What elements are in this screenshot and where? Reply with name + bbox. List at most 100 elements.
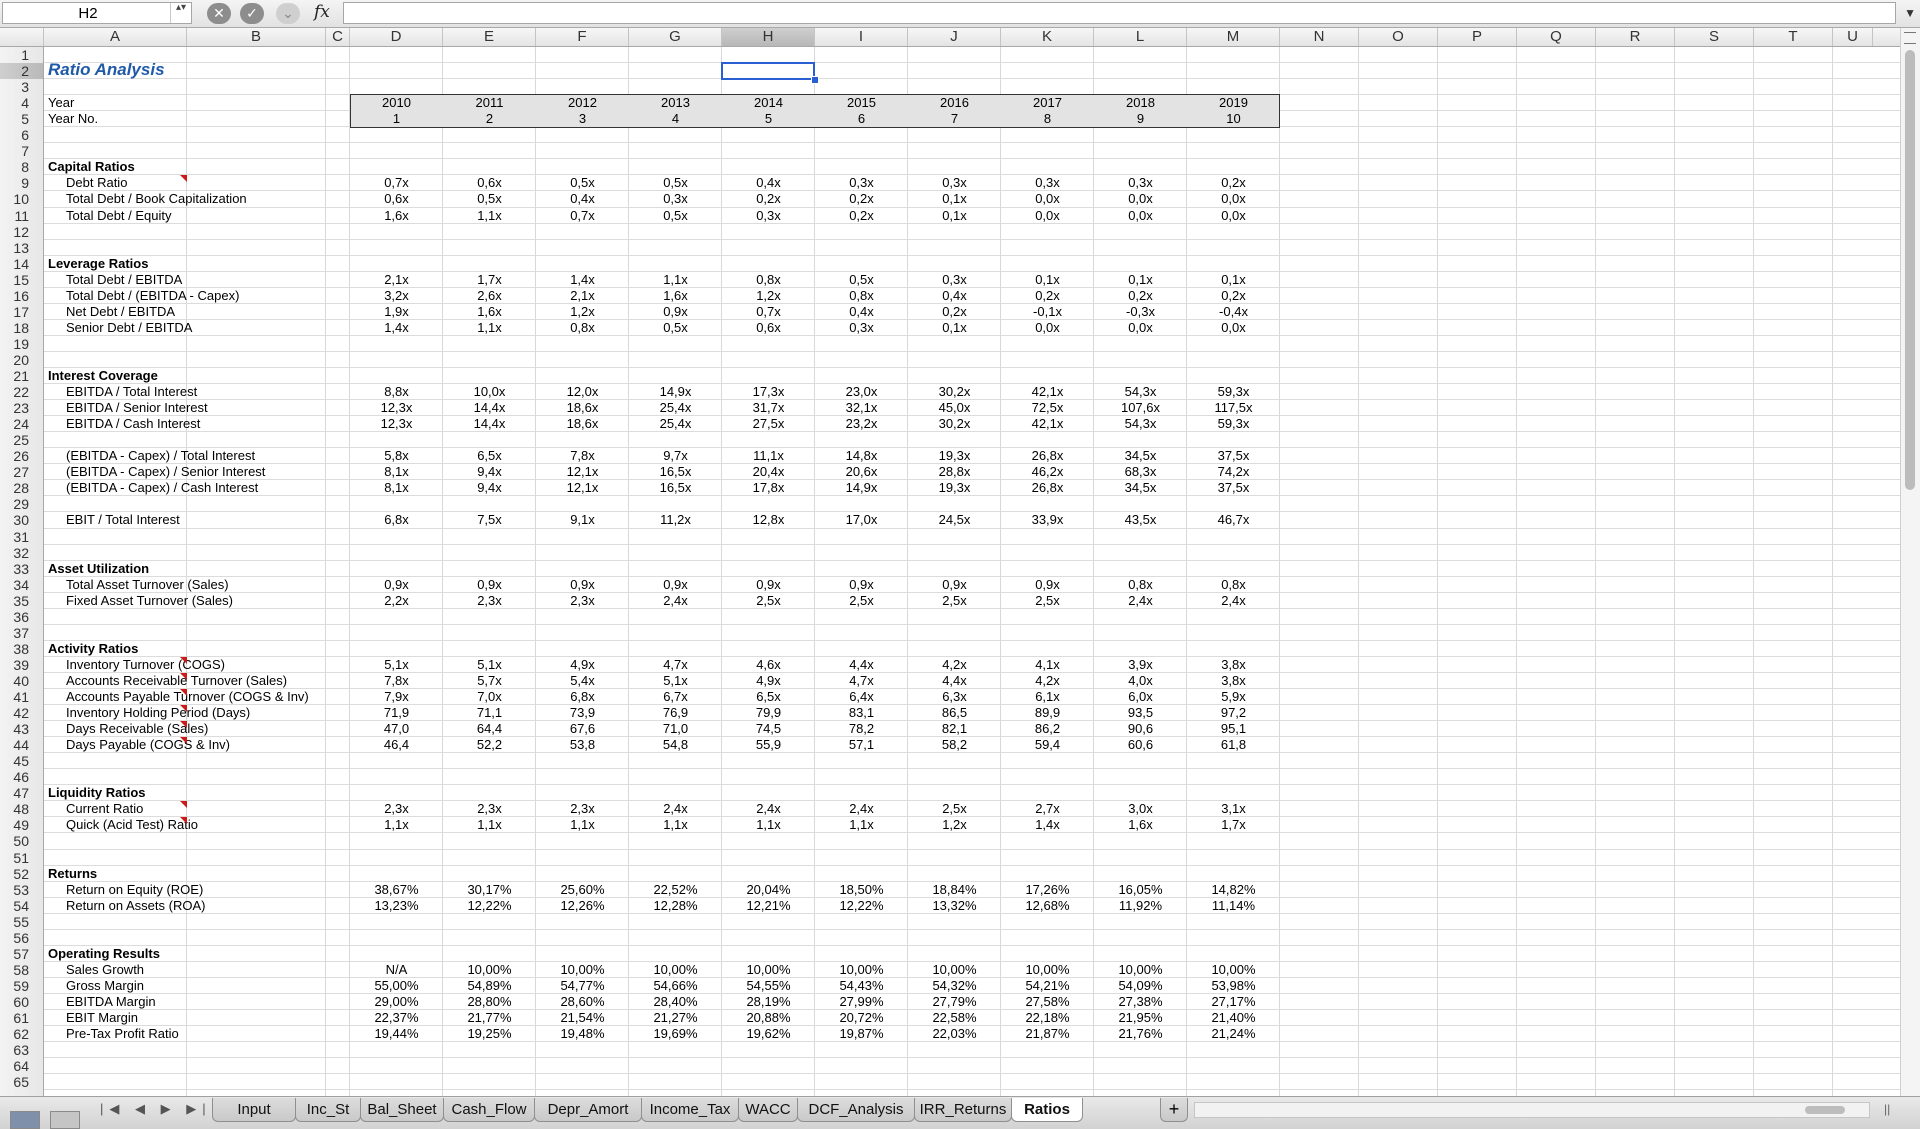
value-cell[interactable]: 74,2x (1187, 464, 1280, 480)
value-cell[interactable]: -0,4x (1187, 304, 1280, 320)
value-cell[interactable]: 55,00% (350, 978, 443, 994)
value-cell[interactable]: 22,58% (908, 1010, 1001, 1026)
row-header-26[interactable]: 26 (0, 448, 43, 464)
row-label[interactable]: Pre-Tax Profit Ratio (66, 1026, 179, 1042)
value-cell[interactable]: 0,6x (722, 320, 815, 336)
row-header-31[interactable]: 31 (0, 529, 43, 545)
value-cell[interactable]: 32,1x (815, 400, 908, 416)
year-cell[interactable]: 2014 (722, 95, 815, 111)
row-label[interactable]: Return on Assets (ROA) (66, 898, 205, 914)
value-cell[interactable]: 0,8x (1187, 577, 1280, 593)
value-cell[interactable]: 8,8x (350, 384, 443, 400)
column-header-s[interactable]: S (1675, 28, 1754, 46)
row-label[interactable]: Total Debt / EBITDA (66, 272, 182, 288)
value-cell[interactable]: 16,5x (629, 480, 722, 496)
value-cell[interactable]: 19,3x (908, 448, 1001, 464)
value-cell[interactable]: 21,87% (1001, 1026, 1094, 1042)
value-cell[interactable]: 23,2x (815, 416, 908, 432)
value-cell[interactable]: 54,3x (1094, 416, 1187, 432)
column-header-l[interactable]: L (1094, 28, 1187, 46)
value-cell[interactable]: 54,21% (1001, 978, 1094, 994)
value-cell[interactable]: 0,2x (815, 208, 908, 224)
row-header-63[interactable]: 63 (0, 1042, 43, 1058)
value-cell[interactable]: 2,4x (1187, 593, 1280, 609)
year-cell[interactable]: 2011 (443, 95, 536, 111)
row-header-10[interactable]: 10 (0, 191, 43, 207)
row-header-54[interactable]: 54 (0, 898, 43, 914)
value-cell[interactable]: 12,3x (350, 400, 443, 416)
value-cell[interactable]: 46,7x (1187, 512, 1280, 528)
page-layout-view-button[interactable] (50, 1111, 80, 1129)
column-header-g[interactable]: G (629, 28, 722, 46)
value-cell[interactable]: 1,7x (443, 272, 536, 288)
comment-indicator-icon[interactable] (180, 721, 187, 729)
value-cell[interactable]: 0,7x (536, 208, 629, 224)
row-header-34[interactable]: 34 (0, 577, 43, 593)
value-cell[interactable]: 4,7x (629, 657, 722, 673)
row-label[interactable]: Fixed Asset Turnover (Sales) (66, 593, 233, 609)
value-cell[interactable]: 0,2x (1001, 288, 1094, 304)
column-header-b[interactable]: B (187, 28, 326, 46)
value-cell[interactable]: 27,17% (1187, 994, 1280, 1010)
value-cell[interactable]: 64,4 (443, 721, 536, 737)
value-cell[interactable]: 2,5x (722, 593, 815, 609)
row-label[interactable]: EBITDA / Cash Interest (66, 416, 200, 432)
name-box[interactable]: H2 ▴▾ (2, 2, 192, 24)
value-cell[interactable]: 54,8 (629, 737, 722, 753)
row-header-59[interactable]: 59 (0, 978, 43, 994)
row-label[interactable]: Total Debt / Equity (66, 208, 172, 224)
value-cell[interactable]: 2,7x (1001, 801, 1094, 817)
value-cell[interactable]: 6,4x (815, 689, 908, 705)
value-cell[interactable]: 19,25% (443, 1026, 536, 1042)
value-cell[interactable]: 10,00% (629, 962, 722, 978)
value-cell[interactable]: 21,54% (536, 1010, 629, 1026)
value-cell[interactable]: 95,1 (1187, 721, 1280, 737)
value-cell[interactable]: 12,22% (443, 898, 536, 914)
row-header-55[interactable]: 55 (0, 914, 43, 930)
value-cell[interactable]: 0,9x (443, 577, 536, 593)
value-cell[interactable]: 5,9x (1187, 689, 1280, 705)
value-cell[interactable]: 0,0x (1094, 208, 1187, 224)
row-label[interactable]: Gross Margin (66, 978, 144, 994)
value-cell[interactable]: 1,1x (443, 208, 536, 224)
value-cell[interactable]: 57,1 (815, 737, 908, 753)
value-cell[interactable]: 54,32% (908, 978, 1001, 994)
value-cell[interactable]: 0,2x (1094, 288, 1187, 304)
row-label[interactable]: (EBITDA - Capex) / Total Interest (66, 448, 255, 464)
value-cell[interactable]: 2,4x (629, 593, 722, 609)
value-cell[interactable]: 0,3x (1001, 175, 1094, 191)
vertical-scroll-thumb[interactable] (1905, 50, 1915, 490)
value-cell[interactable]: 11,14% (1187, 898, 1280, 914)
value-cell[interactable]: 0,1x (908, 208, 1001, 224)
column-header-m[interactable]: M (1187, 28, 1280, 46)
value-cell[interactable]: 20,04% (722, 882, 815, 898)
value-cell[interactable]: 1,2x (908, 817, 1001, 833)
value-cell[interactable]: 89,9 (1001, 705, 1094, 721)
row-header-62[interactable]: 62 (0, 1026, 43, 1042)
value-cell[interactable]: 1,6x (350, 208, 443, 224)
value-cell[interactable]: 12,3x (350, 416, 443, 432)
row-label[interactable]: Accounts Receivable Turnover (Sales) (66, 673, 287, 689)
row-header-6[interactable]: 6 (0, 127, 43, 143)
value-cell[interactable]: 0,9x (350, 577, 443, 593)
row-header-48[interactable]: 48 (0, 801, 43, 817)
column-header-p[interactable]: P (1438, 28, 1517, 46)
value-cell[interactable]: 3,8x (1187, 673, 1280, 689)
value-cell[interactable]: 5,8x (350, 448, 443, 464)
value-cell[interactable]: 4,4x (908, 673, 1001, 689)
row-header-11[interactable]: 11 (0, 208, 43, 224)
value-cell[interactable]: 0,5x (629, 175, 722, 191)
column-header-f[interactable]: F (536, 28, 629, 46)
row-header-33[interactable]: 33 (0, 561, 43, 577)
row-label[interactable]: Current Ratio (66, 801, 143, 817)
row-header-22[interactable]: 22 (0, 384, 43, 400)
column-header-t[interactable]: T (1754, 28, 1833, 46)
value-cell[interactable]: 38,67% (350, 882, 443, 898)
value-cell[interactable]: 13,23% (350, 898, 443, 914)
value-cell[interactable]: 4,4x (815, 657, 908, 673)
year-no-cell[interactable]: 10 (1187, 111, 1280, 127)
comment-indicator-icon[interactable] (180, 705, 187, 713)
value-cell[interactable]: 2,3x (350, 801, 443, 817)
row-label[interactable]: EBITDA / Total Interest (66, 384, 197, 400)
value-cell[interactable]: 28,60% (536, 994, 629, 1010)
